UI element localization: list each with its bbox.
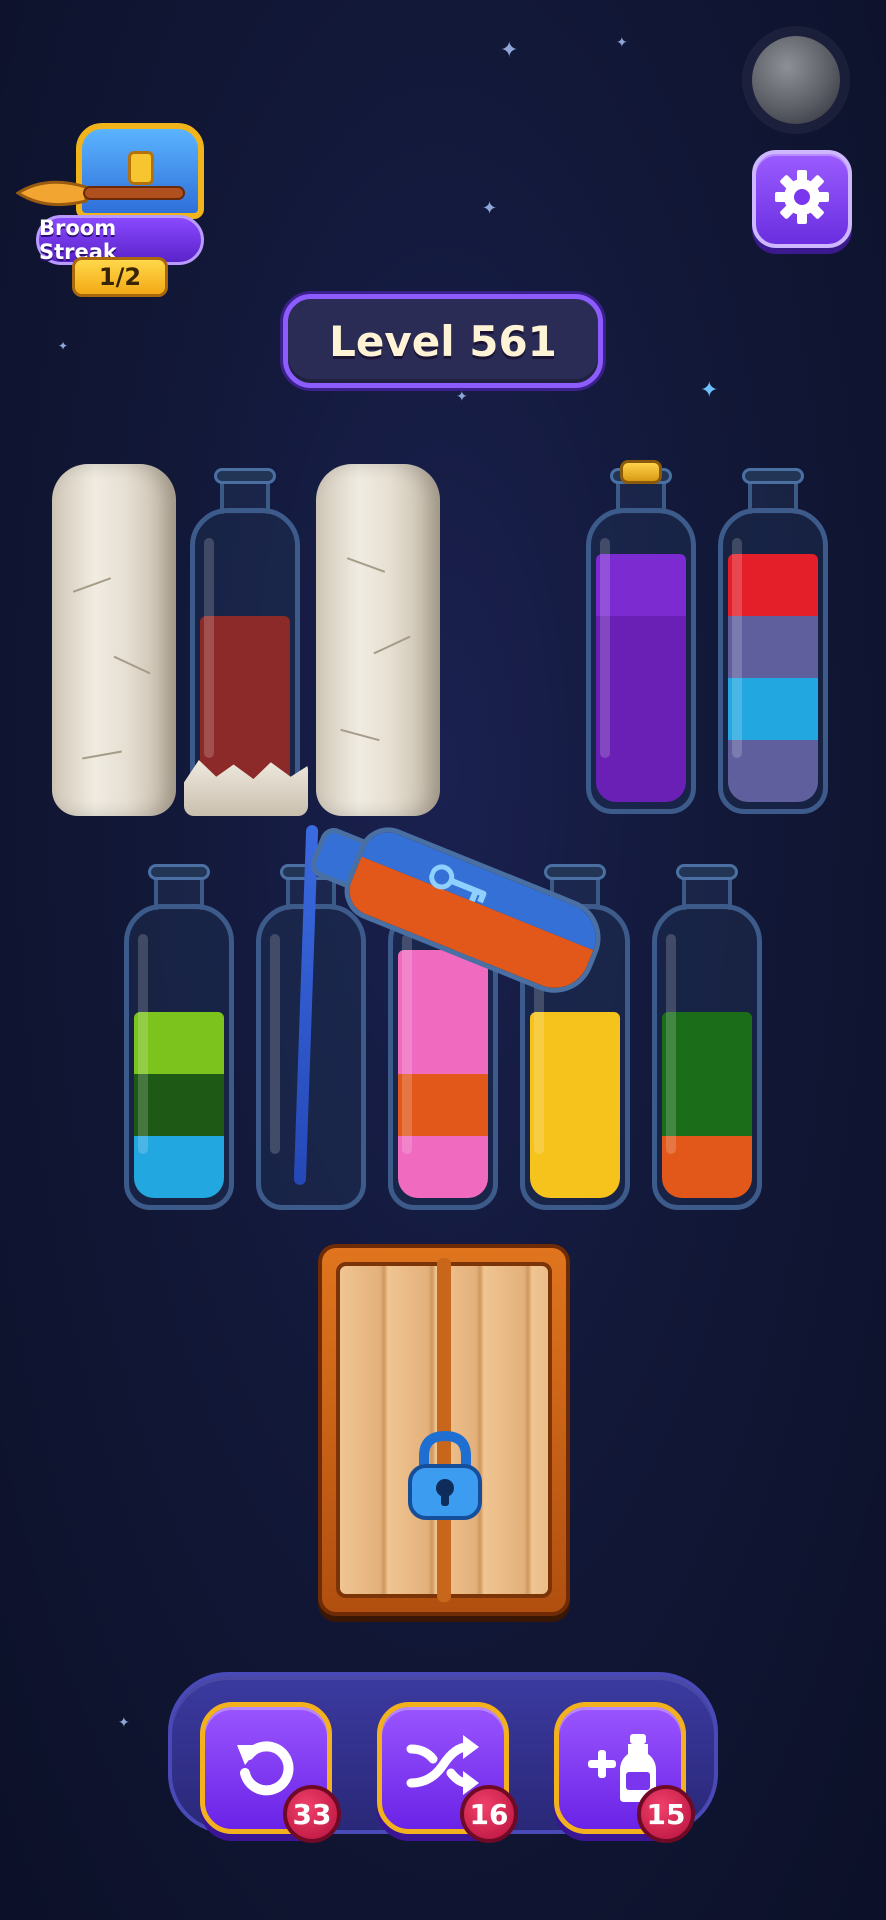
settings-button[interactable] [752,150,852,248]
broom-icon [16,180,185,207]
star-decoration: ✦ [58,339,69,353]
streak-count-box: 1/2 [72,257,168,297]
level-title: Level 561 [329,316,557,366]
padlock-icon [404,1430,486,1522]
bottle-top-2[interactable] [190,468,300,818]
star-decoration: ✦ [616,35,628,51]
star-decoration: ✦ [456,389,468,405]
bottle-bottom-5[interactable] [652,864,762,1214]
stone-locked-bottle [316,464,440,816]
level-indicator: Level 561 [283,294,603,388]
assistive-touch-orb[interactable] [752,36,840,124]
add-bottle-count-badge: 15 [637,1785,695,1843]
undo-button[interactable]: 33 [200,1702,341,1843]
bottle-top-4[interactable] [586,460,696,818]
star-decoration: ✦ [118,1715,130,1731]
streak-count: 1/2 [98,263,142,291]
add-bottle-button[interactable]: 15 [554,1702,695,1843]
shuffle-button[interactable]: 16 [377,1702,518,1843]
broom-streak-widget[interactable]: Broom Streak 1/2 [16,115,210,305]
star-decoration: ✦ [500,38,519,63]
stone-locked-bottle [52,464,176,816]
cork-icon [620,460,662,484]
bottle-top-5[interactable] [718,468,828,818]
bottle-bottom-1[interactable] [124,864,234,1214]
undo-count-badge: 33 [283,1785,341,1843]
gear-icon [771,166,833,232]
shuffle-count-badge: 16 [460,1785,518,1843]
star-decoration: ✦ [700,378,719,403]
star-decoration: ✦ [482,198,498,219]
